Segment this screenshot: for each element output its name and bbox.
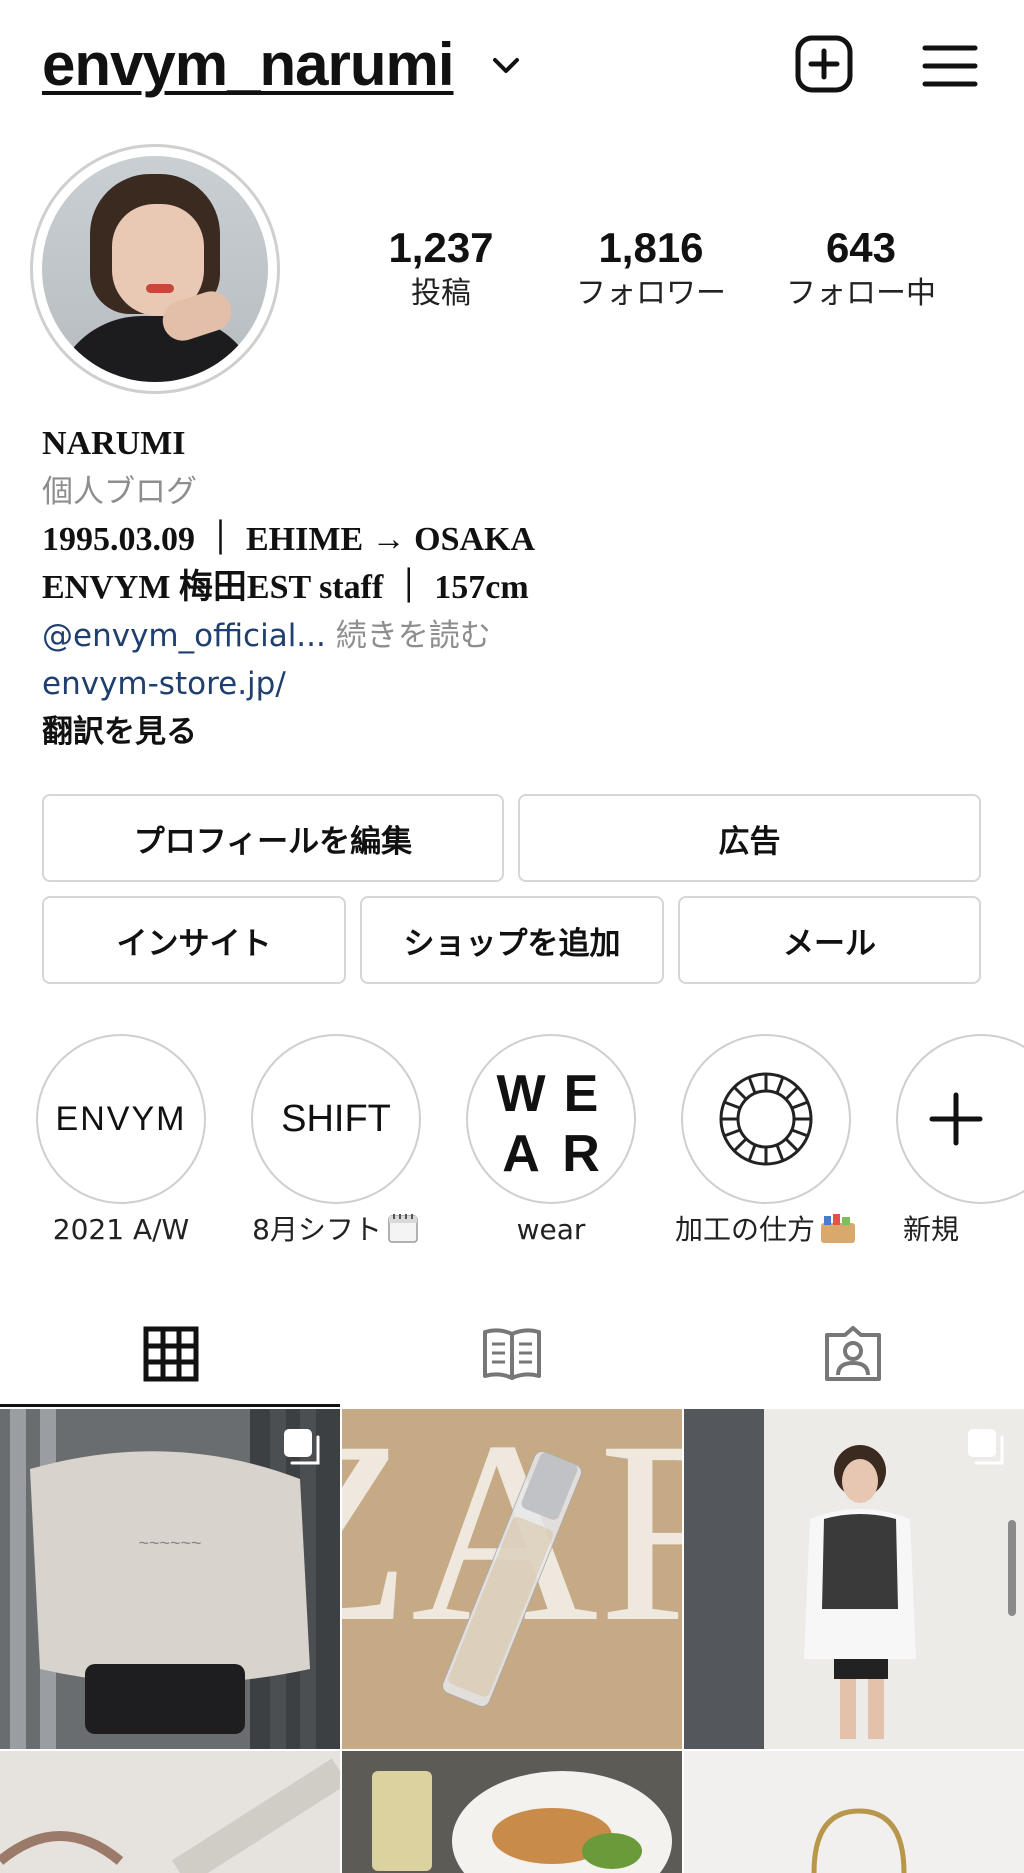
highlight-label: 2021 A/W xyxy=(52,1213,190,1246)
svg-text:W: W xyxy=(496,1065,546,1123)
svg-text:A: A xyxy=(502,1125,540,1179)
display-name: NARUMI xyxy=(42,425,186,462)
post-thumbnail[interactable] xyxy=(684,1409,1024,1749)
post-image: ZAR xyxy=(342,1409,682,1749)
email-button[interactable]: メール xyxy=(678,896,981,984)
grid-icon xyxy=(143,1326,198,1382)
guide-book-icon xyxy=(482,1328,541,1380)
toolbox-emoji-icon xyxy=(821,1214,855,1243)
highlight-label: 新規 xyxy=(902,1213,959,1246)
profile-header: envym_narumi xyxy=(0,0,1024,135)
post-thumbnail[interactable]: ZAR xyxy=(342,1409,682,1749)
highlight-envym[interactable]: ENVYM xyxy=(36,1034,206,1204)
stat-followers[interactable]: 1,816 フォロワー xyxy=(556,222,746,314)
active-tab-indicator xyxy=(0,1404,340,1407)
post-image xyxy=(684,1751,1024,1873)
insights-button[interactable]: インサイト xyxy=(42,896,346,984)
account-category: 個人ブログ xyxy=(42,474,197,510)
website-link[interactable]: envym-store.jp/ xyxy=(42,660,1002,708)
wear-logo: W E A R xyxy=(496,1065,600,1179)
edit-profile-button[interactable]: プロフィールを編集 xyxy=(42,794,504,882)
highlight-label: 加工の仕方 xyxy=(674,1213,815,1246)
tab-tagged[interactable] xyxy=(682,1300,1023,1408)
post-thumbnail[interactable] xyxy=(0,1751,340,1873)
highlight-cover-text: ENVYM xyxy=(55,1099,187,1138)
username-switcher[interactable]: envym_narumi xyxy=(42,30,455,99)
bio-line-1: 1995.03.09 ｜ EHIME → OSAKA xyxy=(42,521,536,558)
stat-following[interactable]: 643 フォロー中 xyxy=(766,222,956,314)
highlight-new[interactable] xyxy=(896,1034,1024,1204)
post-image xyxy=(0,1751,340,1873)
stat-posts-label: 投稿 xyxy=(411,276,471,311)
add-shop-button[interactable]: ショップを追加 xyxy=(360,896,664,984)
vsco-ring-icon xyxy=(719,1072,813,1166)
mention-link[interactable]: @envym_official... xyxy=(42,618,326,654)
stat-followers-count: 1,816 xyxy=(598,224,704,271)
tagged-person-icon xyxy=(824,1326,881,1381)
read-more-link[interactable]: 続きを読む xyxy=(326,618,491,654)
stat-followers-label: フォロワー xyxy=(576,276,726,311)
stat-posts[interactable]: 1,237 投稿 xyxy=(346,222,536,314)
plus-square-icon[interactable] xyxy=(794,34,854,94)
calendar-emoji-icon xyxy=(388,1214,418,1243)
highlight-cover-text: SHIFT xyxy=(281,1097,391,1140)
carousel-icon xyxy=(968,1429,1004,1465)
highlight-label-row: 加工の仕方 xyxy=(656,1210,876,1250)
stat-following-label: フォロー中 xyxy=(786,276,936,311)
stat-posts-count: 1,237 xyxy=(388,224,494,271)
avatar[interactable] xyxy=(42,156,268,382)
post-thumbnail[interactable] xyxy=(342,1751,682,1873)
highlight-shift[interactable]: SHIFT xyxy=(251,1034,421,1204)
bio: NARUMI 個人ブログ 1995.03.09 ｜ EHIME → OSAKA … xyxy=(42,420,1002,756)
tab-posts-grid[interactable] xyxy=(0,1300,341,1408)
highlight-editing[interactable] xyxy=(681,1034,851,1204)
highlight-label-row: 8月シフト xyxy=(226,1210,446,1250)
post-thumbnail[interactable] xyxy=(684,1751,1024,1873)
svg-text:E: E xyxy=(564,1065,599,1123)
highlight-wear[interactable]: W E A R xyxy=(466,1034,636,1204)
post-thumbnail[interactable]: ~~~~~~ xyxy=(0,1409,340,1749)
highlight-label: wear xyxy=(516,1213,586,1246)
bio-line-3: @envym_official... 続きを読む xyxy=(42,612,1002,660)
svg-text:R: R xyxy=(562,1125,600,1179)
plus-icon xyxy=(929,1092,983,1146)
tab-guides[interactable] xyxy=(341,1300,682,1408)
see-translation-link[interactable]: 翻訳を見る xyxy=(42,708,1002,756)
post-image xyxy=(342,1751,682,1873)
ads-button[interactable]: 広告 xyxy=(518,794,981,882)
highlight-label: 8月シフト xyxy=(252,1213,382,1246)
bio-line-2: ENVYM 梅田EST staff ｜ 157cm xyxy=(42,569,529,606)
scrollbar[interactable] xyxy=(1008,1520,1016,1616)
carousel-icon xyxy=(284,1429,320,1465)
hamburger-menu-icon[interactable] xyxy=(922,42,978,90)
svg-text:~~~~~~: ~~~~~~ xyxy=(138,1533,201,1553)
stat-following-count: 643 xyxy=(825,224,897,271)
chevron-down-icon[interactable] xyxy=(488,48,524,84)
